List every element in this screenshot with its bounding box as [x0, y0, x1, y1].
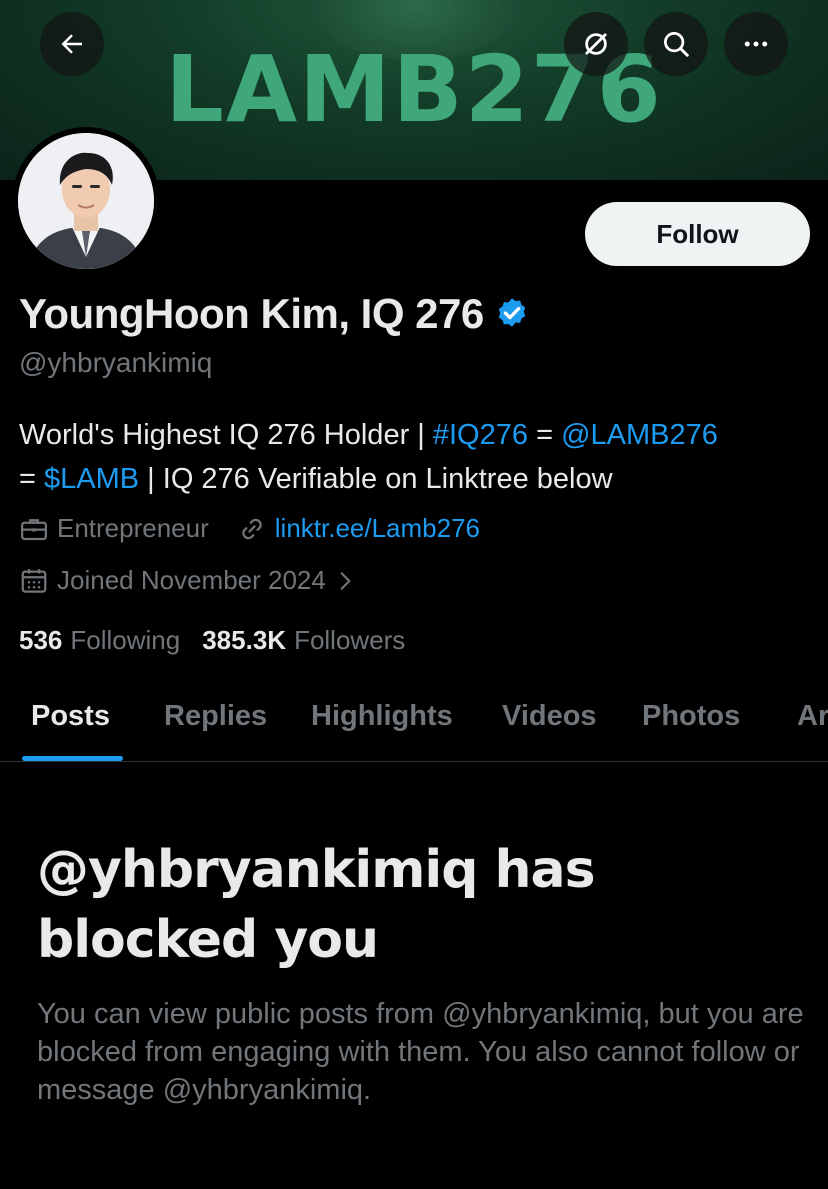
avatar-photo	[18, 133, 154, 269]
chevron-right-icon	[340, 571, 351, 590]
profile-meta-row: Entrepreneur linktr.ee/Lamb276	[19, 513, 480, 544]
bio-hashtag-link[interactable]: #IQ276	[433, 419, 528, 451]
blocked-title: @yhbryankimiq has blocked you	[37, 840, 596, 970]
tab-replies[interactable]: Replies	[164, 700, 267, 733]
profile-avatar[interactable]	[12, 127, 160, 275]
profile-website-link[interactable]: linktr.ee/Lamb276	[275, 513, 480, 544]
following-count-link[interactable]: 536 Following	[19, 625, 180, 656]
search-button[interactable]	[644, 12, 708, 76]
search-icon	[664, 32, 689, 57]
link-icon	[242, 518, 262, 539]
profile-counts: 536 Following 385.3K Followers	[19, 625, 427, 656]
arrow-left-icon	[61, 34, 82, 54]
profile-handle: @yhbryankimiq	[19, 347, 213, 378]
dismiss-grok-icon	[585, 33, 607, 55]
blocked-description: You can view public posts from @yhbryank…	[37, 998, 804, 1106]
profile-tabs: Posts Replies Highlights Videos Photos A…	[0, 690, 828, 762]
tab-videos[interactable]: Videos	[502, 700, 597, 733]
followers-count: 385.3K	[202, 625, 287, 655]
back-button[interactable]	[40, 12, 104, 76]
following-count: 536	[19, 625, 63, 655]
profile-category: Entrepreneur	[57, 513, 209, 543]
following-label: Following	[70, 625, 181, 655]
followers-label: Followers	[294, 625, 406, 655]
bio-text: =	[19, 463, 44, 495]
tab-articles[interactable]: Ar	[797, 700, 828, 733]
bio-text: =	[528, 419, 562, 451]
profile-joined-date: Joined November 2024	[57, 565, 326, 595]
bio-cashtag-link[interactable]: $LAMB	[44, 463, 139, 495]
profile-joined-row[interactable]: Joined November 2024	[19, 565, 358, 596]
dismiss-grok-button[interactable]	[564, 12, 628, 76]
bio-text: World's Highest IQ 276 Holder |	[19, 419, 433, 451]
profile-name-row: YoungHoon Kim, IQ 276	[19, 290, 530, 338]
active-tab-indicator	[22, 756, 123, 761]
verified-badge-icon[interactable]	[494, 296, 530, 332]
followers-count-link[interactable]: 385.3K Followers	[202, 625, 405, 656]
more-horizontal-icon	[744, 41, 768, 47]
tab-posts[interactable]: Posts	[31, 700, 110, 733]
bio-text: | IQ 276 Verifiable on Linktree below	[139, 463, 613, 495]
profile-bio: World's Highest IQ 276 Holder | #IQ276 =…	[19, 413, 819, 501]
more-button[interactable]	[724, 12, 788, 76]
briefcase-icon	[21, 518, 47, 540]
display-name: YoungHoon Kim, IQ 276	[19, 290, 484, 337]
tab-highlights[interactable]: Highlights	[311, 700, 453, 733]
tab-photos[interactable]: Photos	[642, 700, 740, 733]
follow-button[interactable]: Follow	[585, 202, 810, 266]
calendar-icon	[21, 568, 47, 593]
bio-mention-link[interactable]: @LAMB276	[561, 419, 718, 451]
